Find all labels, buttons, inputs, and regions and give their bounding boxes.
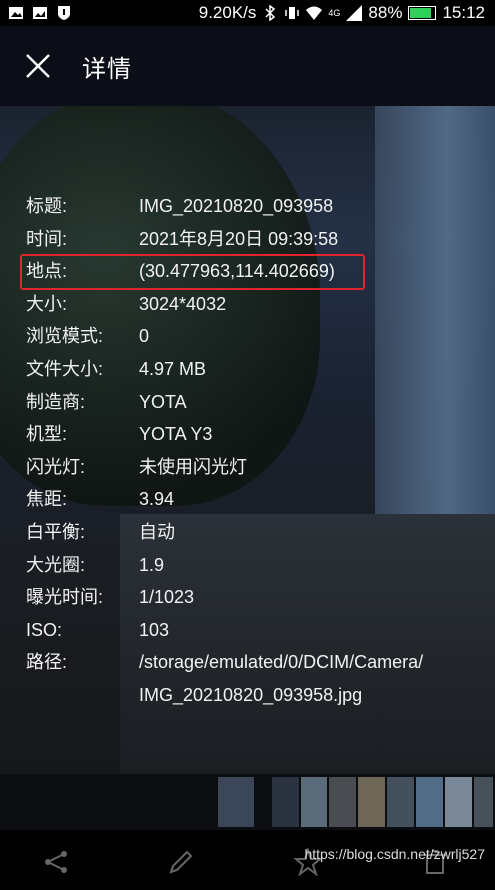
- detail-value: YOTA Y3: [139, 424, 213, 445]
- detail-value: 3.94: [139, 489, 175, 510]
- detail-value: 未使用闪光灯: [139, 456, 247, 477]
- detail-label: 时间:: [26, 228, 68, 249]
- vibrate-icon: [285, 7, 300, 19]
- detail-label: 制造商:: [26, 391, 86, 412]
- status-notifications: [0, 5, 72, 21]
- detail-row: 焦距: 3.94: [26, 483, 476, 516]
- thumbnail[interactable]: [444, 777, 472, 827]
- detail-row: 时间: 2021年8月20日 09:39:58: [26, 223, 476, 256]
- thumbnail-empty: [0, 777, 216, 827]
- detail-value: 自动: [139, 521, 175, 542]
- page-title: 详情: [82, 55, 132, 83]
- detail-value: 3024*4032: [139, 293, 227, 314]
- battery-icon: [408, 6, 437, 20]
- thumbnail[interactable]: [387, 777, 415, 827]
- app-bar: 详情: [0, 26, 495, 106]
- thumbnail[interactable]: [271, 777, 299, 827]
- detail-value: /storage/emulated/0/DCIM/Camera/: [139, 652, 424, 673]
- shield-notification-icon: [58, 6, 70, 20]
- detail-row: 大光圈: 1.9: [26, 549, 476, 582]
- close-button[interactable]: [18, 46, 58, 86]
- detail-value: 103: [139, 619, 170, 640]
- detail-value: 1/1023: [139, 587, 195, 608]
- detail-row: 浏览模式: 0: [26, 320, 476, 353]
- detail-label: [26, 679, 139, 712]
- gallery-notification-icon: [33, 7, 47, 19]
- detail-value: IMG_20210820_093958.jpg: [139, 684, 363, 705]
- detail-row: 文件大小: 4.97 MB: [26, 353, 476, 386]
- thumbnail[interactable]: [300, 777, 328, 827]
- detail-value: 1.9: [139, 554, 165, 575]
- detail-row: 标题: IMG_20210820_093958: [26, 190, 476, 223]
- detail-row: 大小: 3024*4032: [26, 288, 476, 321]
- detail-row: 制造商: YOTA: [26, 386, 476, 419]
- detail-row: IMG_20210820_093958.jpg: [26, 679, 476, 712]
- detail-row: ISO: 103: [26, 614, 476, 647]
- share-icon[interactable]: [42, 848, 70, 876]
- detail-label: 文件大小:: [26, 358, 104, 379]
- detail-label: 白平衡:: [26, 521, 86, 542]
- detail-label: 机型:: [26, 424, 68, 445]
- network-speed: 9.20K/s: [198, 3, 257, 22]
- thumbnail[interactable]: [329, 777, 357, 827]
- bluetooth-icon: [265, 5, 276, 21]
- detail-label: 闪光灯:: [26, 456, 86, 477]
- detail-row: 曝光时间: 1/1023: [26, 581, 476, 614]
- detail-label: 标题:: [26, 196, 68, 216]
- thumbnail-gap: [256, 777, 270, 827]
- detail-label: 大小:: [26, 293, 68, 314]
- thumbnail-current[interactable]: [217, 777, 255, 827]
- status-bar: 9.20K/s 4G 88% 15:12: [0, 0, 495, 26]
- battery-percent: 88%: [368, 3, 403, 22]
- edit-icon[interactable]: [167, 848, 195, 876]
- thumbnail-strip[interactable]: [0, 774, 495, 830]
- wifi-icon: [306, 6, 323, 20]
- thumbnail[interactable]: [358, 777, 386, 827]
- detail-value: IMG_20210820_093958: [139, 196, 334, 216]
- network-type: 4G: [328, 8, 341, 18]
- close-icon: [26, 54, 50, 78]
- detail-value: YOTA: [139, 391, 187, 412]
- image-notification-icon: [9, 7, 23, 19]
- thumbnail[interactable]: [416, 777, 443, 827]
- detail-label: 曝光时间:: [26, 587, 104, 608]
- detail-row: 机型: YOTA Y3: [26, 418, 476, 451]
- detail-label: 路径:: [26, 652, 68, 673]
- detail-row: 路径: /storage/emulated/0/DCIM/Camera/: [26, 646, 476, 679]
- location-highlight-box: [20, 254, 365, 290]
- detail-label: ISO:: [26, 619, 63, 640]
- signal-icon: [346, 5, 363, 21]
- detail-label: 焦距:: [26, 489, 68, 510]
- detail-row: 白平衡: 自动: [26, 516, 476, 549]
- detail-value: 2021年8月20日 09:39:58: [139, 228, 339, 249]
- detail-row: 闪光灯: 未使用闪光灯: [26, 451, 476, 484]
- watermark-text: https://blog.csdn.net/zwrlj527: [304, 846, 485, 862]
- detail-label: 浏览模式:: [26, 326, 104, 347]
- status-time: 15:12: [442, 3, 485, 22]
- detail-value: 0: [139, 326, 150, 347]
- detail-label: 大光圈:: [26, 554, 86, 575]
- thumbnail[interactable]: [473, 777, 493, 827]
- status-indicators: 9.20K/s 4G 88% 15:12: [199, 3, 495, 23]
- detail-value: 4.97 MB: [139, 358, 207, 379]
- battery-level: [410, 8, 432, 18]
